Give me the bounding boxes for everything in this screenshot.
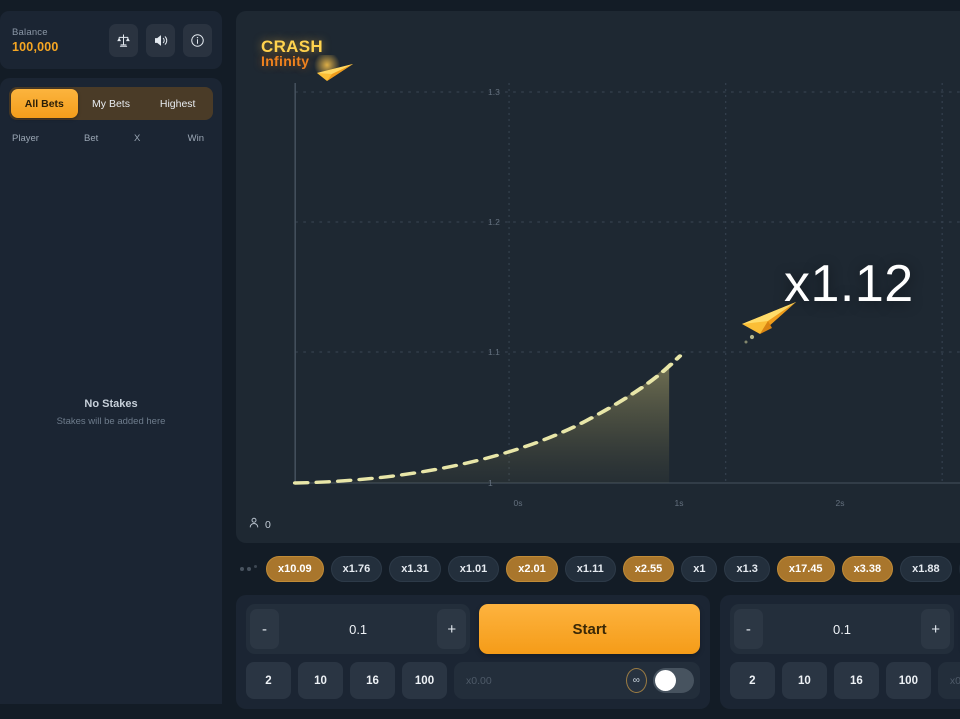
increase-bet-button[interactable]: + — [437, 609, 467, 649]
tab-my-bets[interactable]: My Bets — [78, 89, 145, 118]
balance-bar: Balance 100,000 — [0, 11, 222, 69]
quick-amount-button[interactable]: 100 — [402, 662, 447, 699]
history-chip[interactable]: x1.76 — [330, 556, 383, 582]
bet-panel-right: - 0.1 + Start 2 10 16 100 x0.00 ∞ — [719, 595, 960, 709]
sound-icon — [153, 33, 168, 48]
history-chip[interactable]: x1.01 — [447, 556, 500, 582]
current-multiplier: x1.12 — [784, 255, 914, 313]
history-chip[interactable]: x3.38 — [841, 556, 894, 582]
history-chip[interactable]: x1 — [681, 556, 718, 582]
quick-amount-button[interactable]: 10 — [298, 662, 343, 699]
history-chip[interactable]: x1.31 — [389, 556, 441, 582]
bet-panel-left: - 0.1 + Start 2 10 16 100 x0.00 ∞ — [236, 595, 710, 709]
empty-title: No Stakes — [84, 397, 138, 410]
history-chip[interactable]: x1.3 — [724, 556, 770, 582]
curve-fill — [295, 363, 670, 483]
info-button[interactable] — [183, 23, 212, 57]
tab-all-bets[interactable]: All Bets — [11, 89, 78, 118]
decrease-bet-button[interactable]: - — [733, 609, 763, 649]
quick-amount-button[interactable]: 2 — [729, 662, 775, 699]
quick-amount-button[interactable]: 10 — [781, 662, 827, 699]
quick-amount-row: 2 10 16 100 x0.00 ∞ — [246, 662, 700, 699]
auto-cashout-field[interactable]: x0.00 ∞ — [454, 662, 700, 699]
quick-amount-button[interactable]: 2 — [246, 662, 291, 699]
auto-cashout-placeholder: x0.00 — [949, 674, 960, 687]
bet-panels: - 0.1 + Start 2 10 16 100 x0.00 ∞ - 0.1 … — [236, 595, 960, 709]
bets-panel: All Bets My Bets Highest Player Bet X Wi… — [0, 78, 222, 704]
increase-bet-button[interactable]: + — [921, 609, 951, 649]
fairness-scales-icon — [116, 33, 131, 48]
fairness-button[interactable] — [109, 23, 138, 57]
bet-amount-value[interactable]: 0.1 — [279, 622, 437, 637]
more-history-icon[interactable] — [240, 565, 257, 573]
chart-footer: 0 #319791 — [236, 507, 960, 543]
infinity-badge[interactable]: ∞ — [625, 668, 647, 693]
tab-highest[interactable]: Highest — [144, 89, 211, 118]
bet-amount-row: - 0.1 + Start — [729, 604, 960, 654]
y-tick-0: 1 — [488, 478, 493, 488]
auto-bet-toggle[interactable] — [652, 668, 694, 693]
bet-amount-row: - 0.1 + Start — [246, 604, 700, 654]
quick-amount-button[interactable]: 16 — [833, 662, 879, 699]
sound-button[interactable] — [146, 23, 175, 57]
auto-cashout-field[interactable]: x0.00 ∞ — [937, 662, 960, 699]
y-tick-3: 1.3 — [488, 87, 500, 97]
y-tick-1: 1.1 — [488, 347, 500, 357]
bet-amount-value[interactable]: 0.1 — [763, 622, 921, 637]
bet-amount-stepper: - 0.1 + — [729, 604, 955, 654]
info-icon — [190, 33, 205, 48]
balance-display: Balance 100,000 — [12, 27, 101, 54]
history-chip[interactable]: x1.88 — [900, 556, 952, 582]
quick-amount-button[interactable]: 100 — [885, 662, 931, 699]
history-chip[interactable]: x17.45 — [776, 556, 835, 582]
history-chip[interactable]: x2.01 — [506, 556, 558, 582]
players-count: 0 — [265, 519, 271, 531]
bets-empty-state: No Stakes Stakes will be added here — [0, 132, 222, 692]
empty-subtitle: Stakes will be added here — [56, 415, 166, 427]
sidebar: Balance 100,000 All Bets My Bets Highest… — [0, 11, 222, 704]
history-chip[interactable]: x1.11 — [564, 556, 616, 582]
y-tick-2: 1.2 — [488, 217, 500, 227]
bets-tabs: All Bets My Bets Highest — [9, 87, 213, 120]
quick-amount-row: 2 10 16 100 x0.00 ∞ — [729, 662, 960, 699]
history-bar: x10.09 x1.76 x1.31 x1.01 x2.01 x1.11 x2.… — [236, 549, 960, 589]
crash-game-app: Balance 100,000 All Bets My Bets Highest… — [0, 0, 960, 719]
history-chip[interactable]: x10.09 — [266, 556, 324, 582]
game-chart: CRASH Infinity 1.3 1.2 1.1 1 0s 1s 2s x1… — [236, 11, 960, 543]
auto-cashout-placeholder: x0.00 — [466, 674, 492, 687]
player-icon — [248, 516, 260, 534]
main-area: CRASH Infinity 1.3 1.2 1.1 1 0s 1s 2s x1… — [236, 6, 960, 711]
players-indicator: 0 — [248, 516, 271, 534]
balance-label: Balance — [12, 26, 48, 38]
history-chip[interactable]: x2.55 — [622, 556, 675, 582]
decrease-bet-button[interactable]: - — [250, 609, 279, 649]
quick-amount-button[interactable]: 16 — [350, 662, 395, 699]
balance-value: 100,000 — [12, 39, 59, 54]
start-button[interactable]: Start — [479, 604, 700, 654]
bet-amount-stepper: - 0.1 + — [246, 604, 471, 654]
